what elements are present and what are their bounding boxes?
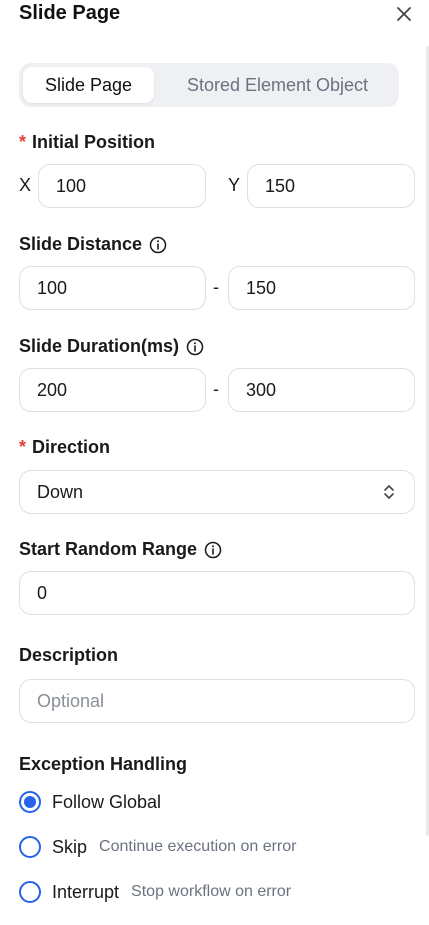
initial-position-label: * Initial Position: [19, 132, 155, 153]
radio-button[interactable]: [19, 791, 41, 813]
slide-duration-label: Slide Duration(ms): [19, 336, 204, 357]
initial-position-label-text: Initial Position: [32, 132, 156, 152]
close-icon[interactable]: [393, 3, 415, 25]
info-icon[interactable]: [204, 541, 222, 559]
start-random-range-label-text: Start Random Range: [19, 539, 198, 559]
tab-stored-element-object[interactable]: Stored Element Object: [160, 67, 395, 103]
slide-page-panel: Slide Page Slide Page Stored Element Obj…: [0, 0, 429, 925]
x-label: X: [19, 175, 32, 195]
radio-option-skip[interactable]: Skip Continue execution on error: [19, 836, 296, 858]
radio-hint: Stop workflow on error: [131, 883, 292, 900]
position-y-input[interactable]: 150: [247, 164, 415, 208]
radio-button[interactable]: [19, 881, 41, 903]
start-random-range-label: Start Random Range: [19, 539, 222, 560]
radio-label: Interrupt: [52, 881, 120, 902]
slide-distance-max-input[interactable]: 150: [228, 266, 415, 310]
description-label-text: Description: [19, 645, 119, 665]
exception-handling-label-text: Exception Handling: [19, 754, 188, 774]
panel-title: Slide Page: [19, 2, 121, 24]
slide-distance-min-input[interactable]: 100: [19, 266, 206, 310]
radio-hint: Continue execution on error: [99, 838, 297, 855]
tab-bar: Slide Page Stored Element Object: [19, 63, 399, 107]
tab-slide-page[interactable]: Slide Page: [23, 67, 154, 103]
required-mark: *: [19, 437, 27, 457]
y-label: Y: [228, 175, 241, 195]
info-icon[interactable]: [149, 236, 167, 254]
slide-distance-label-text: Slide Distance: [19, 234, 143, 254]
radio-button[interactable]: [19, 836, 41, 858]
description-label: Description: [19, 645, 118, 666]
info-icon[interactable]: [186, 338, 204, 356]
slide-distance-label: Slide Distance: [19, 234, 167, 255]
required-mark: *: [19, 132, 27, 152]
direction-label-text: Direction: [32, 437, 111, 457]
radio-option-interrupt[interactable]: Interrupt Stop workflow on error: [19, 881, 291, 903]
slide-duration-max-input[interactable]: 300: [228, 368, 415, 412]
exception-handling-label: Exception Handling: [19, 754, 187, 775]
range-separator: -: [213, 379, 219, 399]
direction-select-value: Down: [37, 482, 84, 502]
slide-duration-min-input[interactable]: 200: [19, 368, 206, 412]
radio-option-follow-global[interactable]: Follow Global: [19, 791, 161, 813]
slide-duration-label-text: Slide Duration(ms): [19, 336, 180, 356]
start-random-range-input[interactable]: 0: [19, 571, 415, 615]
direction-select[interactable]: Down: [19, 470, 415, 514]
radio-label: Skip: [52, 836, 88, 857]
radio-label: Follow Global: [52, 791, 162, 812]
range-separator: -: [213, 277, 219, 297]
chevron-up-down-icon: [384, 485, 394, 499]
direction-label: * Direction: [19, 437, 110, 458]
description-input[interactable]: Optional: [19, 679, 415, 723]
position-x-input[interactable]: 100: [38, 164, 206, 208]
